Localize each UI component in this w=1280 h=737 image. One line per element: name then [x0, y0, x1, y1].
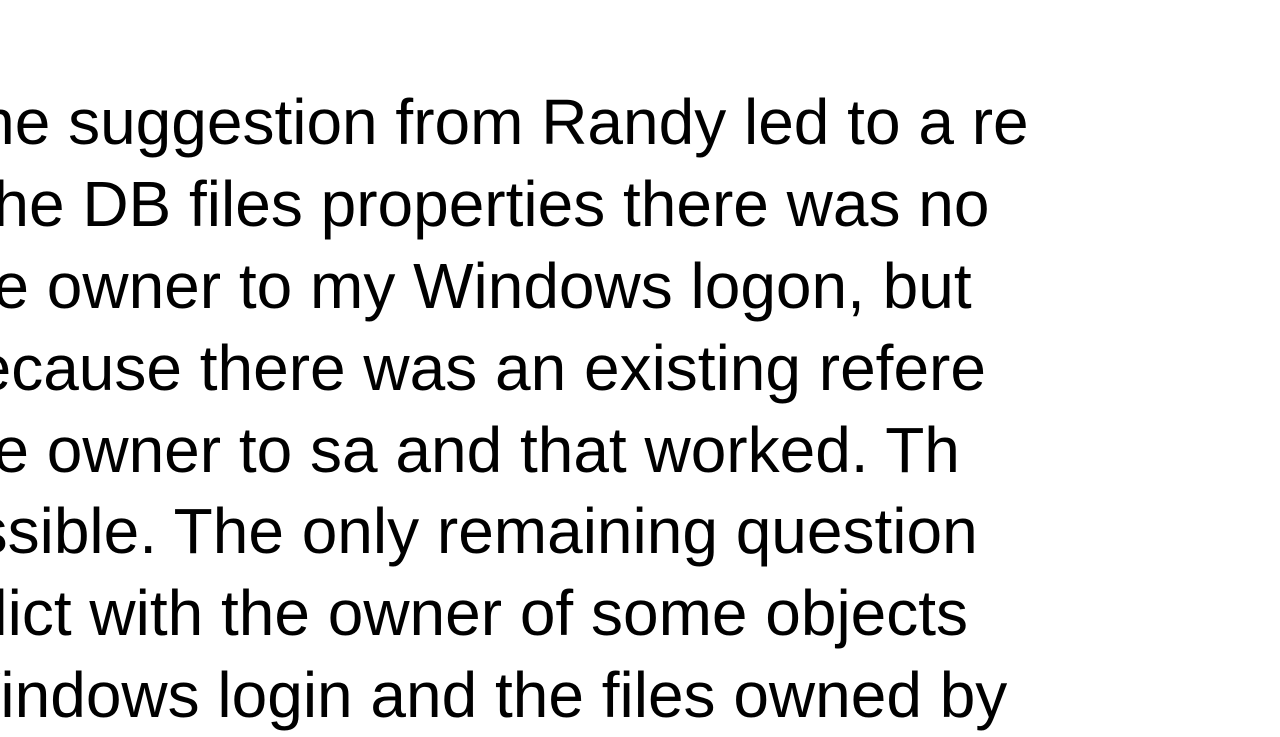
- text-line-3: the owner to my Windows logon, but: [0, 250, 972, 322]
- text-line-5: the owner to sa and that worked. Th: [0, 414, 960, 486]
- text-line-8: Windows login and the files owned by: [0, 659, 1007, 731]
- text-line-7: nflict with the owner of some objects: [0, 577, 968, 649]
- text-line-1: The suggestion from Randy led to a re: [0, 86, 1029, 158]
- document-body: The suggestion from Randy led to a re t …: [0, 0, 1280, 737]
- text-line-6: essible. The only remaining question: [0, 495, 978, 567]
- text-line-2: t the DB files properties there was no: [0, 168, 989, 240]
- text-line-4: because there was an existing refere: [0, 332, 986, 404]
